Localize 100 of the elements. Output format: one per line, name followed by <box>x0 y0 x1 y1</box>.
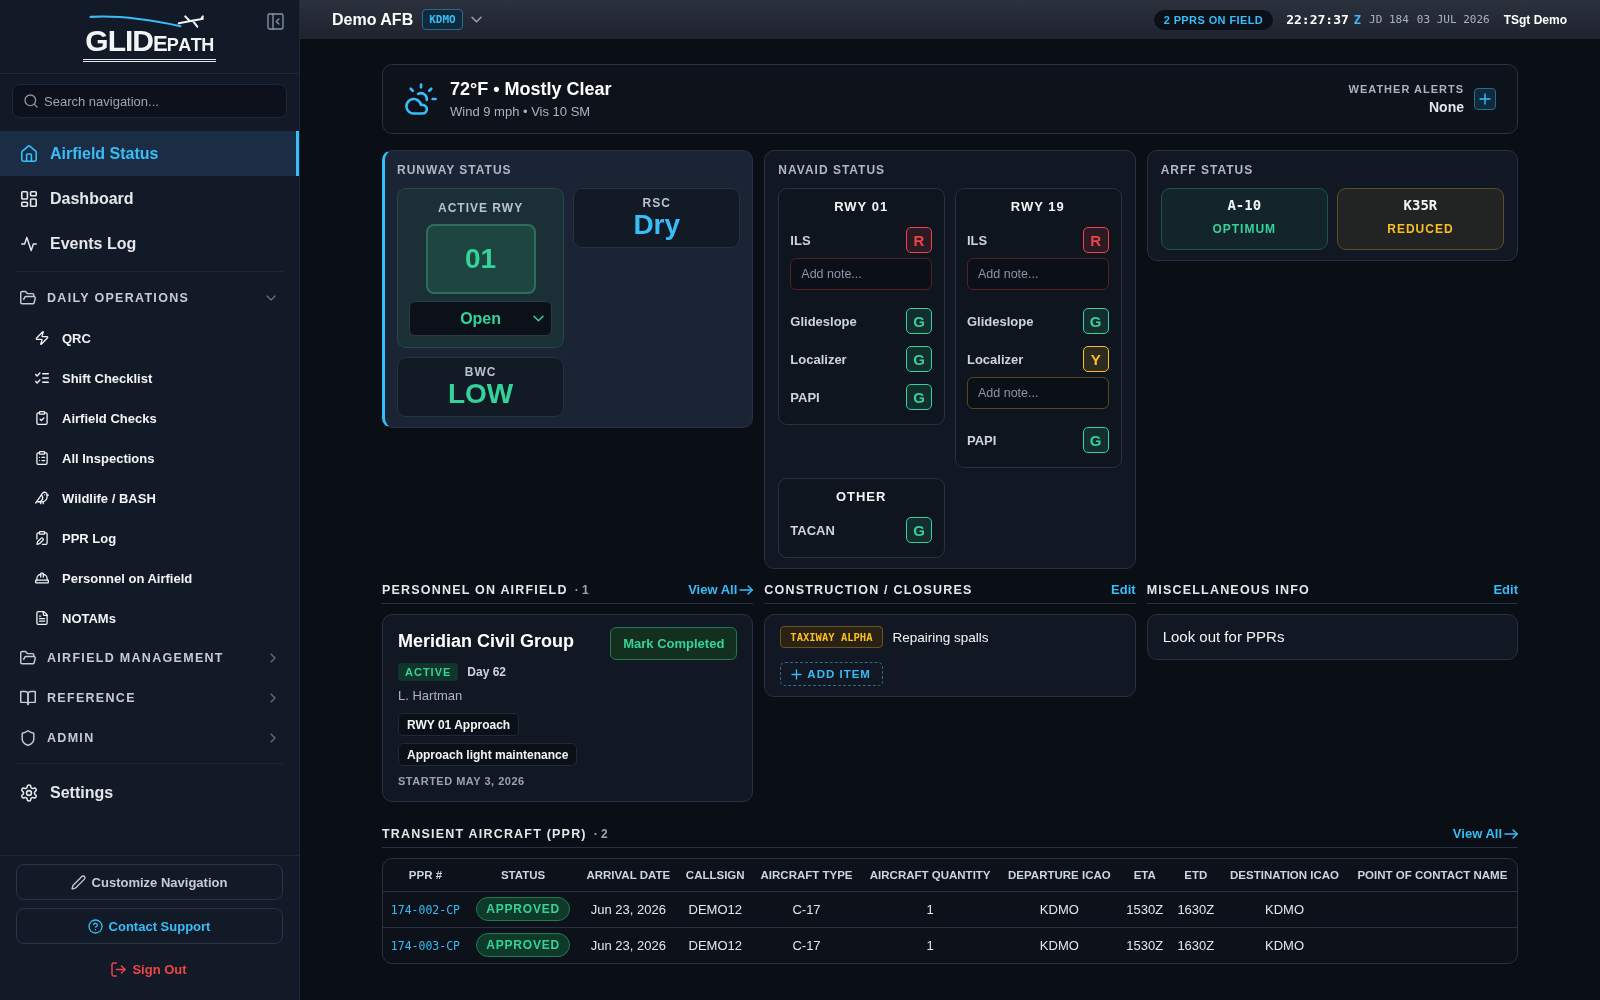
table-cell: 1 <box>860 891 1000 927</box>
navaid-name: Localizer <box>790 351 847 367</box>
settings-icon <box>21 784 37 801</box>
weather-details: Wind 9 mph • Vis 10 SM <box>450 104 592 119</box>
table-cell: KDMO <box>999 927 1120 963</box>
bwc-value: LOW <box>446 379 515 409</box>
table-cell: DEMO12 <box>678 927 753 963</box>
nav-group-header[interactable]: REFERENCE <box>0 678 299 718</box>
nav-item[interactable]: All Inspections <box>0 438 299 478</box>
nav-item[interactable]: NOTAMs <box>0 598 299 638</box>
note-field[interactable]: Add note... <box>967 258 1109 290</box>
search-field[interactable]: Search navigation... <box>12 84 287 118</box>
folder-icon <box>20 650 36 666</box>
table-cell: C-17 <box>752 927 861 963</box>
chevron-right-icon <box>271 734 275 742</box>
nav-group-header[interactable]: AIRFIELD MANAGEMENT <box>0 638 299 678</box>
arff-level: OPTIMUM <box>1211 222 1278 236</box>
weather-headline: 72°F • Mostly Clear <box>450 79 612 100</box>
mark-completed-button[interactable]: Mark Completed <box>610 627 738 660</box>
panel-title: RUNWAY STATUS <box>397 163 513 177</box>
nav-item[interactable]: PPR Log <box>0 518 299 558</box>
closure-description: Repairing spalls <box>892 629 989 645</box>
column-header: AIRCRAFT TYPE <box>752 859 861 891</box>
hard-hat-icon <box>35 571 49 585</box>
search-icon <box>25 95 37 107</box>
sign-out-button[interactable]: Sign Out <box>105 954 194 984</box>
company-name: Meridian Civil Group <box>398 630 575 653</box>
column-header: ARRIVAL DATE <box>578 859 679 891</box>
book-icon <box>20 690 36 706</box>
nav-group-header[interactable]: DAILY OPERATIONS <box>0 278 299 318</box>
navaid-status-badge: G <box>906 346 932 372</box>
lightning-icon <box>35 331 49 345</box>
table-cell: KDMO <box>1221 927 1348 963</box>
chevron-down-icon <box>267 296 275 300</box>
julian-date: JD 184 <box>1369 13 1409 26</box>
navaid-group-title: RWY 01 <box>833 199 890 215</box>
shield-icon <box>20 730 36 746</box>
edit-link[interactable]: Edit <box>1111 582 1136 597</box>
card-label: RSC <box>641 196 672 210</box>
section-title: PERSONNEL ON AIRFIELD <box>382 582 568 597</box>
base-switcher-button[interactable] <box>471 17 481 22</box>
navaid-status-badge: G <box>1082 308 1109 334</box>
checklist-icon <box>35 371 49 385</box>
status-badge: APPROVED <box>476 897 570 921</box>
note-field[interactable]: Add note... <box>790 258 932 290</box>
table-cell: 1630Z <box>1170 891 1222 927</box>
navaid-status-badge: Y <box>1082 346 1109 372</box>
arrow-right-icon <box>1505 828 1518 839</box>
ppr-link[interactable]: 174-003-CP <box>390 938 461 953</box>
nav-group-header[interactable]: ADMIN <box>0 718 299 758</box>
nav-item[interactable]: QRC <box>0 318 299 358</box>
ppr-link[interactable]: 174-002-CP <box>390 902 461 917</box>
pulse-line-icon <box>21 235 37 252</box>
navaid-status-badge: G <box>906 308 932 334</box>
home-icon <box>21 145 37 162</box>
nav-item[interactable]: Dashboard <box>0 176 299 221</box>
column-header: ETA <box>1119 859 1171 891</box>
nav-item[interactable]: Shift Checklist <box>0 358 299 398</box>
nav-item[interactable]: Events Log <box>0 221 299 266</box>
table-cell: 1530Z <box>1119 927 1171 963</box>
contact-support-button[interactable]: Contact Support <box>16 908 283 944</box>
closure-tag: TAXIWAY ALPHA <box>780 626 883 648</box>
panel-title: ARFF STATUS <box>1160 163 1255 177</box>
view-all-link[interactable]: View All <box>1452 826 1518 841</box>
aircraft-name: A-10 <box>1226 198 1263 212</box>
navaid-status-badge: G <box>906 384 932 410</box>
nav-item[interactable]: Airfield Status <box>0 131 299 176</box>
table-cell: 1530Z <box>1119 891 1171 927</box>
contact-name: L. Hartman <box>398 688 464 704</box>
customize-navigation-button[interactable]: Customize Navigation <box>16 864 283 900</box>
table-cell: KDMO <box>1221 891 1348 927</box>
sign-out-icon <box>112 962 126 976</box>
view-all-link[interactable]: View All <box>688 582 754 597</box>
collapse-sidebar-button[interactable] <box>268 14 283 29</box>
nav-item[interactable]: Personnel on Airfield <box>0 558 299 598</box>
table-cell: KDMO <box>999 891 1120 927</box>
user-name: TSgt Demo <box>1503 12 1567 27</box>
work-area-tag: RWY 01 Approach <box>398 713 520 736</box>
nav-item[interactable]: Settings <box>0 770 299 815</box>
navaid-name: ILS <box>790 232 811 248</box>
base-name: Demo AFB <box>332 10 414 29</box>
runway-number: 01 <box>425 224 536 294</box>
nav-item[interactable]: Wildlife / BASH <box>0 478 299 518</box>
chevron-right-icon <box>271 694 275 702</box>
time-zone: Z <box>1353 12 1362 27</box>
runway-status-select[interactable]: Open <box>409 301 553 336</box>
navaid-name: TACAN <box>790 522 835 538</box>
chevron-down-icon <box>471 17 481 22</box>
bird-icon <box>35 491 49 505</box>
nav-item[interactable]: Airfield Checks <box>0 398 299 438</box>
note-field[interactable]: Add note... <box>967 377 1109 409</box>
column-header: AIRCRAFT QUANTITY <box>860 859 1000 891</box>
chevron-down-icon <box>534 316 544 321</box>
table-cell: Jun 23, 2026 <box>578 927 679 963</box>
clipboard-pen-icon <box>35 531 49 545</box>
edit-link[interactable]: Edit <box>1493 582 1518 597</box>
add-alert-button[interactable] <box>1474 88 1496 110</box>
work-area-tag: Approach light maintenance <box>398 743 578 766</box>
add-item-button[interactable]: ADD ITEM <box>780 662 883 686</box>
navaid-name: Glideslope <box>790 313 857 329</box>
